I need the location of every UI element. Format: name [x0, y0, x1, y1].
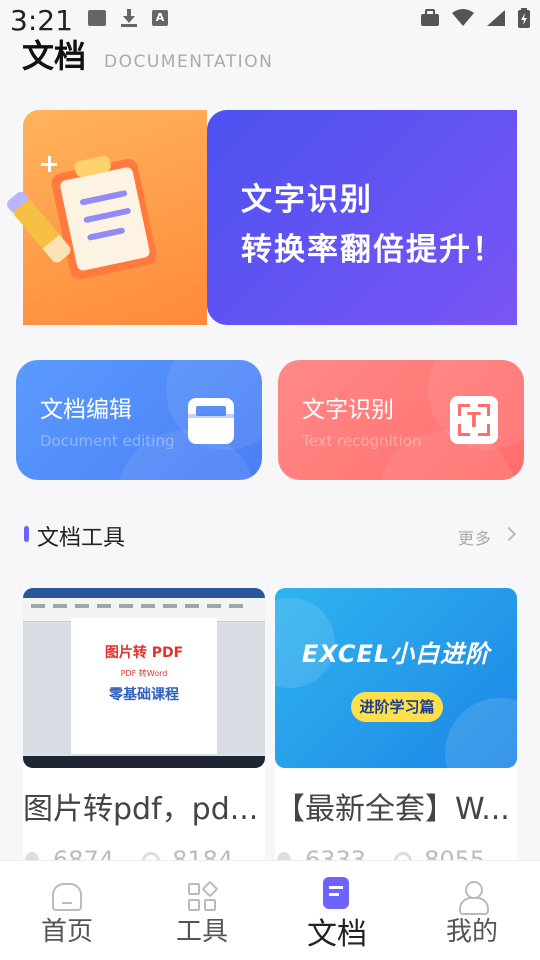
- banner-line-1: 文字识别: [241, 182, 373, 218]
- chevron-right-icon[interactable]: [501, 526, 517, 542]
- briefcase-icon: [421, 9, 439, 26]
- article-stats: 6333 8055: [277, 846, 517, 860]
- page-header: 文档 DOCUMENTATION: [22, 34, 273, 74]
- notification-icons: A: [88, 9, 168, 27]
- page-subtitle: DOCUMENTATION: [104, 52, 274, 72]
- tools-icon: [188, 880, 219, 913]
- banner-text-panel: 文字识别 转换率翻倍提升！: [207, 110, 517, 325]
- view-count: 8184: [172, 846, 234, 860]
- thumbnail-line-2: 进阶学习篇: [351, 692, 443, 722]
- thumbnail-line-1: 图片转 PDF: [104, 645, 184, 661]
- thumbnail-line-1: EXCEL小白进阶: [301, 640, 491, 668]
- view-icon: [142, 852, 161, 860]
- like-icon: [25, 852, 39, 860]
- article-card[interactable]: 图片转 PDF PDF 转Word 零基础课程 图片转pdf，pd... 687…: [23, 588, 265, 860]
- nav-label: 文档: [307, 917, 367, 952]
- status-time: 3:21: [10, 4, 73, 37]
- image-notification-icon: [88, 10, 106, 26]
- system-icons: [420, 8, 530, 28]
- signal-icon: [487, 10, 505, 26]
- thumbnail-line-2: PDF 转Word: [120, 669, 168, 678]
- status-bar: 3:21 A: [0, 0, 540, 37]
- nav-item-tools[interactable]: 工具: [142, 861, 262, 960]
- like-icon: [277, 852, 291, 860]
- nav-item-profile[interactable]: 我的: [412, 861, 532, 960]
- document-editing-title: 文档编辑: [40, 397, 132, 423]
- view-count: 8055: [424, 846, 486, 860]
- text-recognition-subtitle: Text recognition: [302, 432, 422, 450]
- wifi-icon: [452, 9, 474, 26]
- like-count: 6874: [53, 846, 115, 860]
- view-icon: [394, 852, 413, 860]
- nav-item-documents[interactable]: 文档: [277, 861, 397, 960]
- scan-text-icon: T: [450, 396, 498, 444]
- article-title: 图片转pdf，pd...: [23, 792, 259, 827]
- like-count: 6333: [305, 846, 367, 860]
- text-recognition-title: 文字识别: [302, 397, 394, 423]
- thumbnail-line-3: 零基础课程: [109, 687, 179, 703]
- clipboard-icon: [48, 145, 171, 283]
- banner-illustration: [11, 110, 207, 325]
- bottom-nav: 首页 工具 文档 我的: [0, 860, 540, 960]
- nav-item-home[interactable]: 首页: [7, 861, 127, 960]
- page-title: 文档: [22, 37, 87, 75]
- document-editing-subtitle: Document editing: [40, 432, 175, 450]
- nav-label: 首页: [40, 917, 93, 947]
- document-icon: [323, 877, 349, 909]
- text-recognition-card[interactable]: 文字识别 Text recognition T: [278, 360, 524, 480]
- section-header: 文档工具 更多: [24, 520, 517, 551]
- article-card[interactable]: EXCEL小白进阶 进阶学习篇 【最新全套】W... 6333 8055: [275, 588, 517, 860]
- section-title: 文档工具: [37, 526, 126, 551]
- envelope-icon: [188, 398, 234, 444]
- article-title: 【最新全套】W...: [275, 792, 510, 827]
- nav-label: 我的: [445, 917, 498, 947]
- nav-label: 工具: [175, 917, 228, 947]
- home-icon: [52, 883, 82, 911]
- article-stats: 6874 8184: [25, 846, 265, 860]
- article-thumbnail: EXCEL小白进阶 进阶学习篇: [275, 588, 517, 768]
- banner-line-2: 转换率翻倍提升！: [241, 232, 505, 268]
- battery-icon: [518, 8, 530, 28]
- download-icon: [120, 9, 138, 27]
- section-accent-bar: [24, 526, 29, 542]
- more-link[interactable]: 更多: [458, 525, 492, 549]
- article-thumbnail: 图片转 PDF PDF 转Word 零基础课程: [23, 588, 265, 768]
- document-editing-card[interactable]: 文档编辑 Document editing: [16, 360, 262, 480]
- documentation-page: 3:21 A 文档 DOCUMENTATION 文字识别 转换率翻倍提升！ 文档…: [0, 0, 540, 960]
- promo-banner[interactable]: 文字识别 转换率翻倍提升！: [11, 110, 517, 325]
- profile-icon: [458, 881, 489, 915]
- a-notification-icon: A: [152, 10, 168, 26]
